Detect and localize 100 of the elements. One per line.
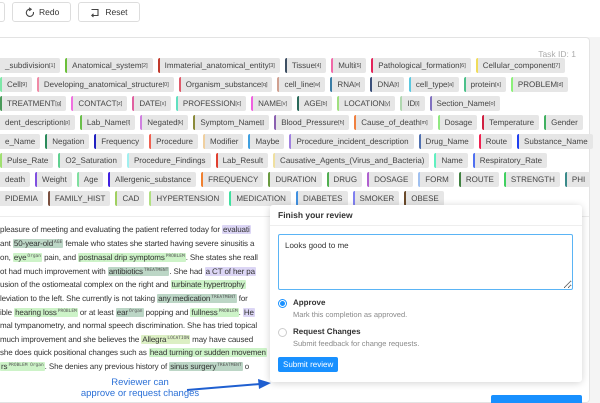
label-tag[interactable]: _subdivision$^{[1]}$ — [0, 58, 60, 73]
label-tag[interactable]: Substance_Name — [517, 134, 593, 149]
label-tag[interactable]: PROBLEM$^{[d]}$ — [510, 77, 568, 92]
label-tag[interactable]: NAME$^{[v]}$ — [251, 96, 292, 111]
label-tag[interactable]: dent_description$^{[p]}$ — [0, 115, 75, 130]
label-tag[interactable]: Lab_Result — [216, 153, 268, 168]
label-tag[interactable]: Dosage — [438, 115, 478, 130]
label-tag[interactable]: FAMILY_HIST — [48, 191, 110, 206]
text-span: . — [238, 308, 242, 317]
reset-button[interactable]: Reset — [78, 2, 140, 22]
label-tag[interactable]: Symptom_Name$^{[j]}$ — [193, 115, 270, 130]
label-tag[interactable]: Age — [76, 172, 104, 187]
text-span: ant — [0, 239, 12, 248]
text-span: she does quick positional changes such as — [0, 348, 148, 357]
label-tag[interactable]: O2_Saturation — [58, 153, 122, 168]
label-tag[interactable]: Route — [478, 134, 512, 149]
label-tag[interactable]: RNA$^{[e]}$ — [330, 77, 366, 92]
label-tag[interactable]: Pulse_Rate — [0, 153, 54, 168]
label-tag[interactable]: CAD — [115, 191, 144, 206]
label-tag[interactable]: Tissue$^{[4]}$ — [284, 58, 326, 73]
label-tag[interactable]: HYPERTENSION — [149, 191, 224, 206]
label-tag[interactable]: Negation — [45, 134, 90, 149]
option-label[interactable]: Approve — [293, 298, 408, 307]
highlighted-span[interactable]: He — [242, 308, 255, 317]
label-tag[interactable]: DURATION — [268, 172, 322, 187]
label-tag[interactable]: DNA$^{[t]}$ — [370, 77, 404, 92]
radio-button[interactable] — [278, 299, 287, 308]
label-tag[interactable]: Blood_Pressure$^{[h]}$ — [274, 115, 350, 130]
label-tag[interactable]: Procedure_incident_description — [289, 134, 414, 149]
label-tag[interactable]: Organism_substance$^{[q]}$ — [178, 77, 272, 92]
label-tag[interactable]: cell_type$^{[a]}$ — [408, 77, 459, 92]
label-tag[interactable]: Pathological_formation$^{[6]}$ — [371, 58, 471, 73]
label-tag[interactable]: e_Name — [0, 134, 40, 149]
label-tag[interactable]: Gender — [544, 115, 583, 130]
label-tag[interactable]: Section_Name$^{[o]}$ — [430, 96, 500, 111]
text-span: pain, and — [43, 253, 77, 262]
label-tag[interactable]: MEDICATION — [229, 191, 291, 206]
label-tag[interactable]: Drug_Name — [418, 134, 474, 149]
label-tag[interactable]: DRUG — [326, 172, 362, 187]
label-tag[interactable]: cell_line$^{[w]}$ — [277, 77, 326, 92]
label-tag[interactable]: PHI — [564, 172, 590, 187]
label-tag[interactable]: ROUTE — [458, 172, 499, 187]
redo-button[interactable]: Redo — [12, 2, 72, 22]
text-span: female who states she started having severe sinusitis a — [64, 239, 254, 248]
label-tag[interactable]: Allergenic_substance — [108, 172, 196, 187]
label-tag[interactable]: FORM — [418, 172, 454, 187]
label-tag[interactable]: FREQUENCY — [201, 172, 264, 187]
reset-icon — [90, 6, 100, 18]
option-label[interactable]: Request Changes — [293, 327, 420, 336]
label-tag[interactable]: death — [0, 172, 30, 187]
label-tag[interactable]: Cellular_component$^{[7]}$ — [476, 58, 566, 73]
label-tag[interactable]: DOSAGE — [367, 172, 414, 187]
label-tag[interactable]: Cell$^{[9]}$ — [0, 77, 32, 92]
label-tag[interactable]: Maybe — [248, 134, 284, 149]
label-tag[interactable]: Immaterial_anatomical_entity$^{[3]}$ — [158, 58, 280, 73]
label-tag[interactable]: Name — [434, 153, 468, 168]
label-tag[interactable]: TREATMENT$^{[g]}$ — [0, 96, 66, 111]
label-tag[interactable]: LOCATION$^{[y]}$ — [337, 96, 396, 111]
label-tag[interactable]: Weight — [35, 172, 72, 187]
label-tag[interactable]: Causative_Agents_(Virus_and_Bacteria) — [273, 153, 430, 168]
label-tag[interactable]: Procedure_Findings — [126, 153, 211, 168]
label-tag[interactable]: Developing_anatomical_structure$^{[0]}$ — [36, 77, 174, 92]
label-tag[interactable]: CONTACT$^{[z]}$ — [71, 96, 128, 111]
label-tag[interactable]: Negated$^{[k]}$ — [140, 115, 188, 130]
label-tag[interactable]: Multi$^{[5]}$ — [331, 58, 366, 73]
text-span: popping and — [144, 308, 190, 317]
highlighted-span[interactable]: a CT of her pa — [204, 267, 256, 276]
annotation-text: Reviewer can approve or request changes — [80, 377, 200, 399]
text-span: usion of the ostiomeatal complex on the right and — [0, 280, 170, 289]
label-tag[interactable]: PROFESSION$^{[c]}$ — [176, 96, 246, 111]
label-tag[interactable]: SMOKER — [352, 191, 400, 206]
text-span: on, — [0, 253, 12, 262]
label-tag[interactable]: Procedure — [149, 134, 198, 149]
label-tag[interactable]: protein$^{[s]}$ — [464, 77, 506, 92]
text-span: may have caused — [191, 335, 254, 344]
label-tag[interactable]: Temperature — [482, 115, 540, 130]
label-tag[interactable]: PIDEMIA — [0, 191, 43, 206]
label-tag[interactable]: Cause_of_death$^{[m]}$ — [354, 115, 433, 130]
label-tag[interactable]: AGE$^{[b]}$ — [297, 96, 332, 111]
label-tag[interactable]: Modifier — [203, 134, 244, 149]
text-span: for — [238, 294, 248, 303]
highlighted-span[interactable]: turbinate hypertrophy — [170, 280, 246, 289]
label-tag[interactable]: STRENGTH — [504, 172, 560, 187]
text-span: leviation to the left. She currently is not taking — [0, 294, 156, 303]
label-tag[interactable]: DIABETES — [296, 191, 348, 206]
label-tag[interactable]: Frequency — [94, 134, 144, 149]
label-tag[interactable]: DATE$^{[x]}$ — [132, 96, 171, 111]
radio-button[interactable] — [278, 328, 287, 337]
text-span: . She had — [169, 267, 204, 276]
label-tag[interactable]: ID$^{[i]}$ — [400, 96, 425, 111]
text-span: or at least — [78, 308, 115, 317]
comment-field[interactable]: Looks good to me — [278, 234, 573, 290]
label-tag[interactable]: Lab_Name$^{[l]}$ — [80, 115, 136, 130]
label-tag[interactable]: OBESE — [404, 191, 444, 206]
label-tag[interactable]: Respiratory_Rate — [472, 153, 548, 168]
highlighted-span[interactable]: head turning or sudden movemen — [148, 348, 267, 357]
label-tag[interactable]: Anatomical_system$^{[2]}$ — [65, 58, 153, 73]
text-span: mal tympanometry, and normal speech discrimination. She has tried topical — [0, 321, 257, 330]
highlighted-span[interactable]: evaluati — [222, 225, 251, 234]
text-span: o — [244, 362, 250, 371]
